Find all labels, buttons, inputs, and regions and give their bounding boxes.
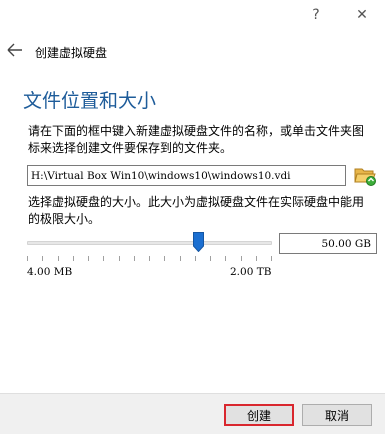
slider-tick	[194, 256, 196, 261]
disk-size-description: 选择虚拟硬盘的大小。此大小为虚拟硬盘文件在实际硬盘中能用的极限大小。	[28, 195, 365, 226]
slider-min-label: 4.00 MB	[27, 266, 73, 278]
close-button[interactable]: ✕	[339, 0, 385, 30]
slider-tick	[42, 256, 44, 261]
slider-tick	[88, 256, 89, 261]
slider-tick	[103, 256, 105, 261]
slider-ticks	[27, 256, 272, 262]
choose-folder-button[interactable]	[353, 163, 377, 187]
dialog-footer: 创建 取消	[0, 393, 385, 434]
slider-tick	[133, 256, 135, 261]
slider-track	[27, 241, 272, 245]
slider-tick	[240, 256, 242, 261]
slider-tick	[118, 256, 120, 261]
folder-open-icon	[354, 168, 376, 186]
slider-tick	[164, 256, 166, 261]
slider-thumb[interactable]	[193, 232, 204, 252]
slider-tick	[225, 256, 227, 261]
slider-tick	[57, 256, 59, 261]
slider-tick	[271, 256, 272, 261]
create-button[interactable]: 创建	[224, 404, 294, 426]
slider-tick	[72, 256, 74, 261]
slider-tick	[255, 256, 257, 261]
slider-tick	[210, 256, 211, 261]
disk-size-input[interactable]	[279, 233, 377, 254]
file-path-input[interactable]	[27, 165, 346, 186]
slider-tick	[149, 256, 150, 261]
help-button[interactable]: ?	[293, 0, 339, 30]
cancel-button[interactable]: 取消	[302, 404, 372, 426]
slider-tick	[179, 256, 181, 261]
slider-max-label: 2.00 TB	[230, 266, 272, 278]
page-title: 创建虚拟硬盘	[35, 46, 108, 60]
slider-tick	[27, 256, 28, 261]
left-arrow-icon	[7, 43, 22, 57]
disk-size-slider[interactable]	[27, 232, 272, 256]
file-location-description: 请在下面的框中键入新建虚拟硬盘文件的名称，或单击文件夹图标来选择创建文件要保存到…	[28, 124, 365, 155]
section-title: 文件位置和大小	[23, 90, 157, 112]
back-button[interactable]	[6, 42, 24, 58]
